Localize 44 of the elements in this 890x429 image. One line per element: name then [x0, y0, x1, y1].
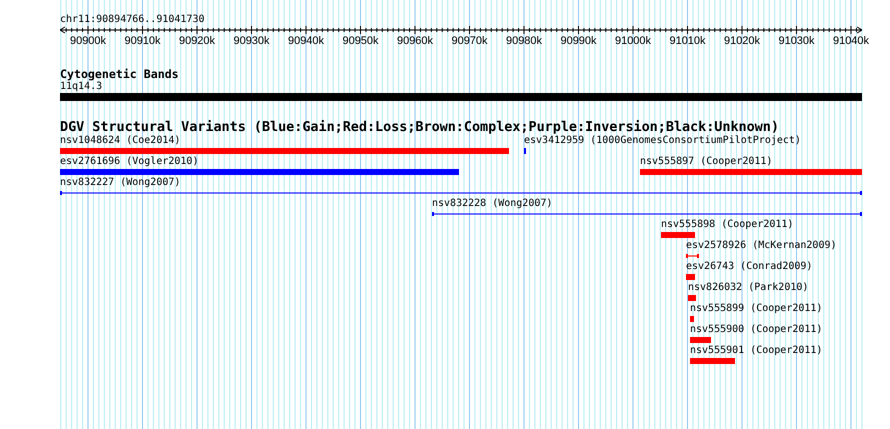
ruler-tick-label: 90960k [396, 35, 434, 47]
ruler-tick-label: 90930k [233, 35, 270, 47]
variant-label[interactable]: esv2761696 (Vogler2010) [60, 156, 198, 168]
ruler-tick-label: 90950k [342, 35, 379, 47]
track-title: DGV Structural Variants (Blue:Gain;Red:Loss;Brown:Complex;Purple:Inversion;Black:Unknown) [60, 121, 779, 134]
variant-label[interactable]: nsv555899 (Cooper2011) [690, 303, 822, 315]
variant-bar[interactable] [690, 358, 735, 364]
track-title: Cytogenetic Bands [60, 68, 179, 81]
ruler-tick-label: 90910k [124, 35, 161, 47]
variant-bar[interactable] [690, 337, 711, 343]
variant-label[interactable]: esv3412959 (1000GenomesConsortiumPilotProject) [524, 135, 801, 147]
variant-label[interactable]: nsv555900 (Cooper2011) [690, 324, 822, 336]
variant-bar[interactable] [661, 232, 695, 238]
variant-label[interactable]: nsv555897 (Cooper2011) [640, 156, 772, 168]
band-label: 11q14.3 [60, 81, 102, 93]
variant-label[interactable]: nsv555901 (Cooper2011) [690, 345, 822, 357]
variant-label[interactable]: nsv1048624 (Coe2014) [60, 135, 180, 147]
variant-label[interactable]: nsv832228 (Wong2007) [432, 198, 552, 210]
variant-bar[interactable] [640, 169, 862, 175]
variant-bar[interactable] [690, 316, 694, 322]
ruler-tick-label: 90990k [560, 35, 597, 47]
variant-bar[interactable] [60, 169, 459, 175]
ruler-tick-label: 90940k [288, 35, 324, 47]
variant-line[interactable] [432, 211, 862, 217]
genome-position: chr11:90894766..91041730 [60, 14, 204, 26]
variant-bar[interactable] [686, 274, 695, 280]
ruler-tick-label: 90920k [178, 35, 216, 47]
variant-bar[interactable] [688, 295, 696, 301]
variant-line[interactable] [60, 190, 862, 196]
ruler-tick-label: 91030k [778, 35, 815, 47]
variant-line[interactable] [686, 253, 699, 259]
ruler-tick-label: 91020k [724, 35, 760, 47]
variant-bar[interactable] [60, 148, 509, 154]
ruler-tick-label: 90900k [70, 35, 106, 47]
variant-label[interactable]: esv26743 (Conrad2009) [686, 261, 812, 273]
ruler-tick-label: 90970k [451, 35, 488, 47]
variant-label[interactable]: nsv555898 (Cooper2011) [661, 219, 794, 231]
ruler-tick-label: 91000k [614, 35, 652, 47]
variant-label[interactable]: nsv832227 (Wong2007) [60, 177, 180, 189]
variant-label[interactable]: nsv826032 (Park2010) [688, 282, 808, 294]
variant-label[interactable]: esv2578926 (McKernan2009) [686, 240, 837, 252]
ruler-tick-label: 91010k [669, 35, 706, 47]
ruler-tick-label: 91040k [832, 35, 870, 47]
ruler-tick-label: 90980k [506, 35, 542, 47]
